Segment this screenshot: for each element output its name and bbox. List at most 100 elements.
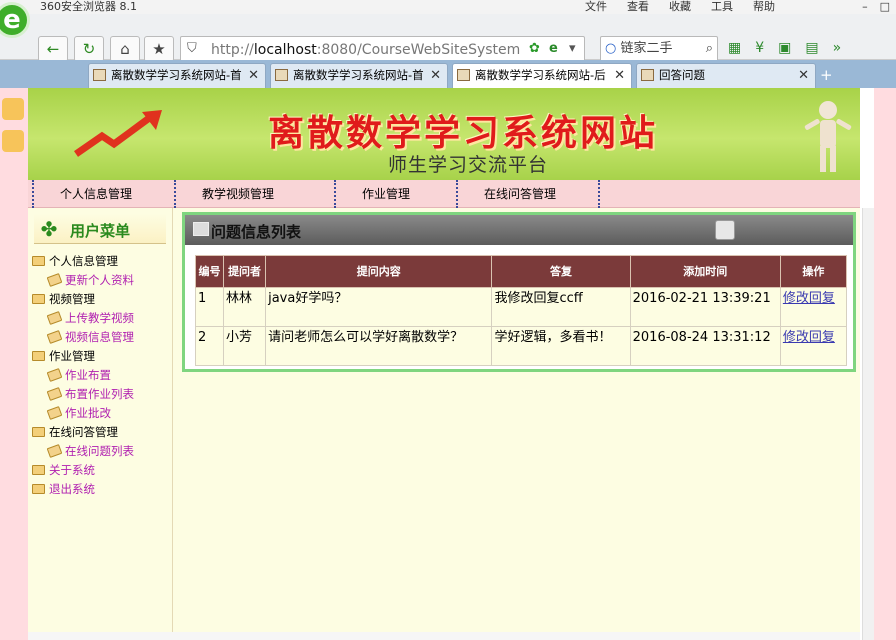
tab-close-icon[interactable]: ✕	[430, 64, 441, 87]
ie-mode-icon[interactable]: e	[549, 41, 558, 56]
top-navigation: 个人信息管理 教学视频管理 作业管理 在线问答管理	[28, 180, 860, 208]
menu-favorites[interactable]: 收藏	[669, 0, 691, 13]
window-controls: – □	[862, 0, 890, 13]
book-icon	[46, 273, 63, 287]
page-icon	[457, 69, 470, 81]
folder-icon	[32, 294, 45, 304]
pdf-icon[interactable]: ▤	[805, 40, 818, 56]
search-input[interactable]: 链家二手	[620, 41, 672, 56]
table-row: 2 小芳 请问老师怎么可以学好离散数学？ 学好逻辑，多看书！ 2016-08-2…	[194, 326, 848, 366]
tree-homework-management[interactable]: 作业管理	[28, 347, 173, 366]
menu-file[interactable]: 文件	[585, 0, 607, 13]
back-arrow-icon[interactable]: ←	[38, 36, 68, 62]
tree-update-profile[interactable]: 更新个人资料	[28, 271, 173, 290]
toolbar-extensions: ▦ ¥ ▣ ▤ »	[728, 40, 841, 56]
menu-view[interactable]: 查看	[627, 0, 649, 13]
panel-title: 问题信息列表	[211, 223, 302, 241]
right-sidebar-strip	[874, 88, 896, 640]
tree-video-management[interactable]: 视频管理	[28, 290, 173, 309]
nav-homework-management[interactable]: 作业管理	[334, 180, 454, 208]
tab-close-icon[interactable]: ✕	[798, 64, 809, 87]
nav-qa-management[interactable]: 在线问答管理	[456, 180, 600, 208]
question-table: 编号 提问者 提问内容 答复 添加时间 操作 1 林林 java好学吗？ 我修改…	[194, 255, 848, 366]
nav-video-management[interactable]: 教学视频管理	[174, 180, 324, 208]
address-url[interactable]: http://localhost:8080/CourseWebSiteSyste…	[211, 42, 520, 58]
address-bar[interactable]: ⛉ http://localhost:8080/CourseWebSiteSys…	[180, 36, 585, 62]
col-answer: 答复	[491, 255, 631, 288]
search-icon[interactable]: ⌕	[706, 37, 713, 61]
cell-question: java好学吗？	[265, 287, 493, 327]
col-id: 编号	[194, 255, 225, 288]
book-icon	[32, 484, 45, 494]
cell-answer: 学好逻辑，多看书！	[491, 326, 631, 366]
question-list-panel: 问题信息列表 编号 提问者 提问内容 答复 添加时间 操作 1 林林 java好…	[182, 212, 856, 372]
sidebar-weibo-icon[interactable]	[2, 130, 24, 152]
page-icon	[641, 69, 654, 81]
page-scrollbar[interactable]	[862, 208, 874, 640]
tab-3[interactable]: 离散数学学习系统网站-后 ✕	[452, 63, 632, 88]
panel-header: 问题信息列表	[185, 215, 853, 245]
tab-close-icon[interactable]: ✕	[248, 64, 259, 87]
cell-time: 2016-02-21 13:39:21	[629, 287, 781, 327]
menu-tree: 个人信息管理 更新个人资料 视频管理 上传教学视频 视频信息管理 作业管理 作业…	[28, 252, 173, 499]
edit-reply-link[interactable]: 修改回复	[783, 330, 835, 345]
dropdown-arrow-icon[interactable]: ▾	[569, 41, 576, 56]
tree-personal-info[interactable]: 个人信息管理	[28, 252, 173, 271]
sidebar-star-icon[interactable]	[2, 98, 24, 120]
maximize-icon[interactable]: □	[880, 0, 890, 13]
new-tab-plus-icon[interactable]: +	[820, 66, 833, 84]
shield-icon: ⛉	[187, 41, 197, 56]
speed-icon[interactable]: ✿	[529, 41, 540, 56]
tree-about-system[interactable]: 关于系统	[28, 461, 173, 480]
table-row: 1 林林 java好学吗？ 我修改回复ccff 2016-02-21 13:39…	[194, 287, 848, 327]
menu-help[interactable]: 帮助	[753, 0, 775, 13]
user-menu-sidebar: ✤ 用户菜单 个人信息管理 更新个人资料 视频管理 上传教学视频 视频信息管理 …	[28, 208, 173, 640]
cell-action: 修改回复	[779, 287, 848, 327]
edit-reply-link[interactable]: 修改回复	[783, 291, 835, 306]
browser-tab-bar: 离散数学学习系统网站-首 ✕ 离散数学学习系统网站-首 ✕ 离散数学学习系统网站-后…	[0, 60, 896, 88]
cell-asker: 林林	[223, 287, 267, 327]
printer-icon[interactable]	[715, 220, 735, 240]
tree-assign-homework[interactable]: 作业布置	[28, 366, 173, 385]
folder-icon	[32, 427, 45, 437]
tab-1[interactable]: 离散数学学习系统网站-首 ✕	[88, 63, 266, 88]
search-box[interactable]: ○ 链家二手 ⌕	[600, 36, 718, 62]
minimize-icon[interactable]: –	[862, 0, 868, 13]
nav-personal-info[interactable]: 个人信息管理	[32, 180, 174, 208]
home-icon[interactable]: ⌂	[110, 36, 140, 62]
tree-video-info[interactable]: 视频信息管理	[28, 328, 173, 347]
nav-divider	[598, 180, 602, 208]
user-menu-header: ✤ 用户菜单	[34, 214, 166, 244]
tab-4[interactable]: 回答问题 ✕	[636, 63, 816, 88]
tab-2[interactable]: 离散数学学习系统网站-首 ✕	[270, 63, 448, 88]
tab-close-icon[interactable]: ✕	[614, 64, 625, 87]
refresh-icon[interactable]: ↻	[74, 36, 104, 62]
tree-upload-video[interactable]: 上传教学视频	[28, 309, 173, 328]
browser-app-name: 360安全浏览器 8.1	[40, 0, 137, 13]
book-icon	[32, 465, 45, 475]
book-icon	[46, 368, 63, 382]
browser-toolbar: ← ↻ ⌂ ★ ⛉ http://localhost:8080/CourseWe…	[0, 14, 896, 62]
search-engine-icon[interactable]: ○	[605, 41, 616, 56]
tree-qa-management[interactable]: 在线问答管理	[28, 423, 173, 442]
status-bar	[28, 632, 860, 640]
menu-tools[interactable]: 工具	[711, 0, 733, 13]
table-header-row: 编号 提问者 提问内容 答复 添加时间 操作	[194, 255, 848, 288]
tree-grade-homework[interactable]: 作业批改	[28, 404, 173, 423]
growth-arrow-icon	[74, 110, 162, 157]
col-question: 提问内容	[265, 255, 493, 288]
user-menu-title: 用户菜单	[70, 222, 131, 240]
book-icon	[46, 330, 63, 344]
more-icon[interactable]: »	[833, 40, 842, 56]
book-icon	[46, 444, 63, 458]
tree-logout[interactable]: 退出系统	[28, 480, 173, 499]
page-icon	[93, 69, 106, 81]
tree-question-list[interactable]: 在线问题列表	[28, 442, 173, 461]
favorite-star-icon[interactable]: ★	[144, 36, 174, 62]
tree-homework-list[interactable]: 布置作业列表	[28, 385, 173, 404]
yuan-icon[interactable]: ¥	[755, 40, 764, 56]
wallet-icon[interactable]: ▣	[778, 40, 791, 56]
site-subtitle: 师生学习交流平台	[388, 154, 549, 176]
apps-grid-icon[interactable]: ▦	[728, 40, 741, 56]
site-banner: 离散数学学习系统网站 师生学习交流平台	[28, 88, 860, 180]
